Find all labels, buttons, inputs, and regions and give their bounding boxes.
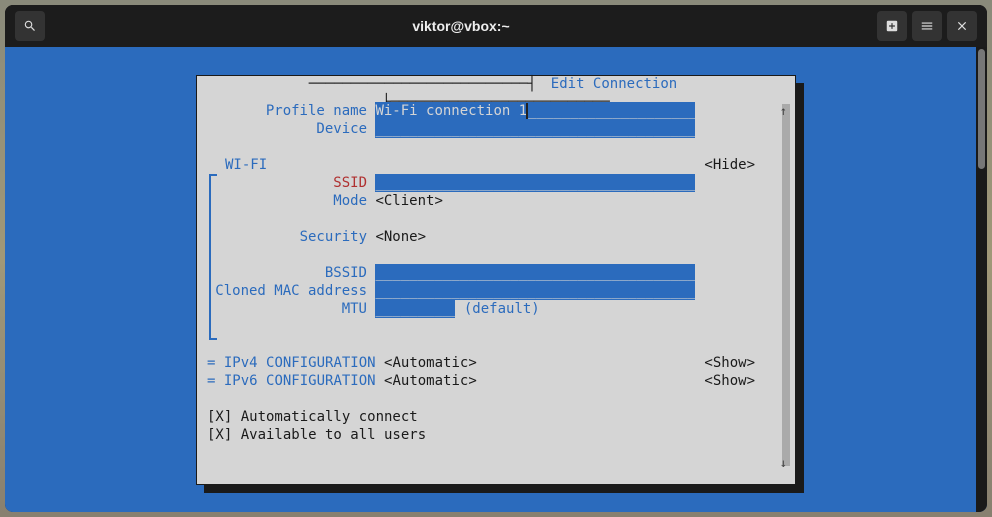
- nmtui-dialog: ──────────────────────────┤ Edit Connect…: [196, 75, 796, 485]
- ipv4-show-toggle[interactable]: <Show>: [704, 354, 755, 372]
- ipv4-label: IPv4 CONFIGURATION: [215, 354, 375, 372]
- wifi-section-label: WI-FI: [225, 156, 267, 174]
- hamburger-icon: [920, 19, 934, 33]
- wifi-hide-toggle[interactable]: <Hide>: [704, 156, 755, 174]
- terminal-viewport: ──────────────────────────┤ Edit Connect…: [5, 47, 987, 512]
- row-profile-name: Profile name Wi-Fi connection 1_________…: [207, 102, 785, 120]
- row-security: Security <None>: [207, 228, 785, 246]
- security-select[interactable]: <None>: [375, 228, 426, 246]
- window-title: viktor@vbox:~: [53, 18, 869, 34]
- row-ipv6: = IPv6 CONFIGURATION <Automatic> <Show>: [207, 372, 785, 390]
- terminal-window: viktor@vbox:~ ──────────────────────────…: [5, 5, 987, 512]
- row-wifi-section: WI-FI <Hide>: [207, 156, 785, 174]
- close-icon: [955, 19, 969, 33]
- section-bracket: [209, 174, 211, 340]
- security-label: Security: [207, 228, 367, 246]
- row-bssid: BSSID __________________________________…: [207, 264, 785, 282]
- avail-all-checkbox[interactable]: [X] Available to all users: [207, 426, 426, 444]
- viewport-scrollbar[interactable]: [976, 47, 987, 512]
- row-cloned-mac: Cloned MAC address _____________________…: [207, 282, 785, 300]
- row-ipv4: = IPv4 CONFIGURATION <Automatic> <Show>: [207, 354, 785, 372]
- ssid-input[interactable]: ________________________________________: [375, 174, 695, 192]
- mode-select[interactable]: <Client>: [375, 192, 442, 210]
- close-button[interactable]: [947, 11, 977, 41]
- mode-label: Mode: [207, 192, 367, 210]
- row-auto-connect: [X] Automatically connect: [207, 408, 785, 426]
- titlebar: viktor@vbox:~: [5, 5, 987, 47]
- dialog-body: Profile name Wi-Fi connection 1_________…: [197, 76, 795, 484]
- mtu-hint: (default): [455, 300, 539, 318]
- mtu-input[interactable]: __________: [375, 300, 455, 318]
- search-button[interactable]: [15, 11, 45, 41]
- mtu-label: MTU: [207, 300, 367, 318]
- ipv6-label: IPv6 CONFIGURATION: [215, 372, 375, 390]
- row-avail-all: [X] Available to all users: [207, 426, 785, 444]
- new-tab-icon: [885, 19, 899, 33]
- new-tab-button[interactable]: [877, 11, 907, 41]
- profile-name-input[interactable]: Wi-Fi connection 1______________________: [375, 102, 695, 120]
- auto-connect-checkbox[interactable]: [X] Automatically connect: [207, 408, 418, 426]
- profile-name-label: Profile name: [207, 102, 367, 120]
- ipv4-select[interactable]: <Automatic>: [384, 354, 477, 372]
- ipv6-select[interactable]: <Automatic>: [384, 372, 477, 390]
- equals-icon: =: [207, 372, 215, 390]
- search-icon: [23, 19, 37, 33]
- cloned-mac-label: Cloned MAC address: [207, 282, 367, 300]
- titlebar-right-controls: [877, 11, 977, 41]
- equals-icon: =: [207, 354, 215, 372]
- row-ssid: SSID ___________________________________…: [207, 174, 785, 192]
- device-label: Device: [207, 120, 367, 138]
- menu-button[interactable]: [912, 11, 942, 41]
- bssid-input[interactable]: ________________________________________: [375, 264, 695, 282]
- bssid-label: BSSID: [207, 264, 367, 282]
- scrollbar-thumb[interactable]: [978, 49, 985, 169]
- row-mode: Mode <Client>: [207, 192, 785, 210]
- row-mtu: MTU __________ (default): [207, 300, 785, 318]
- device-input[interactable]: ________________________________________: [375, 120, 695, 138]
- row-device: Device _________________________________…: [207, 120, 785, 138]
- ssid-label: SSID: [207, 174, 367, 192]
- cloned-mac-input[interactable]: ________________________________________: [375, 282, 695, 300]
- ipv6-show-toggle[interactable]: <Show>: [704, 372, 755, 390]
